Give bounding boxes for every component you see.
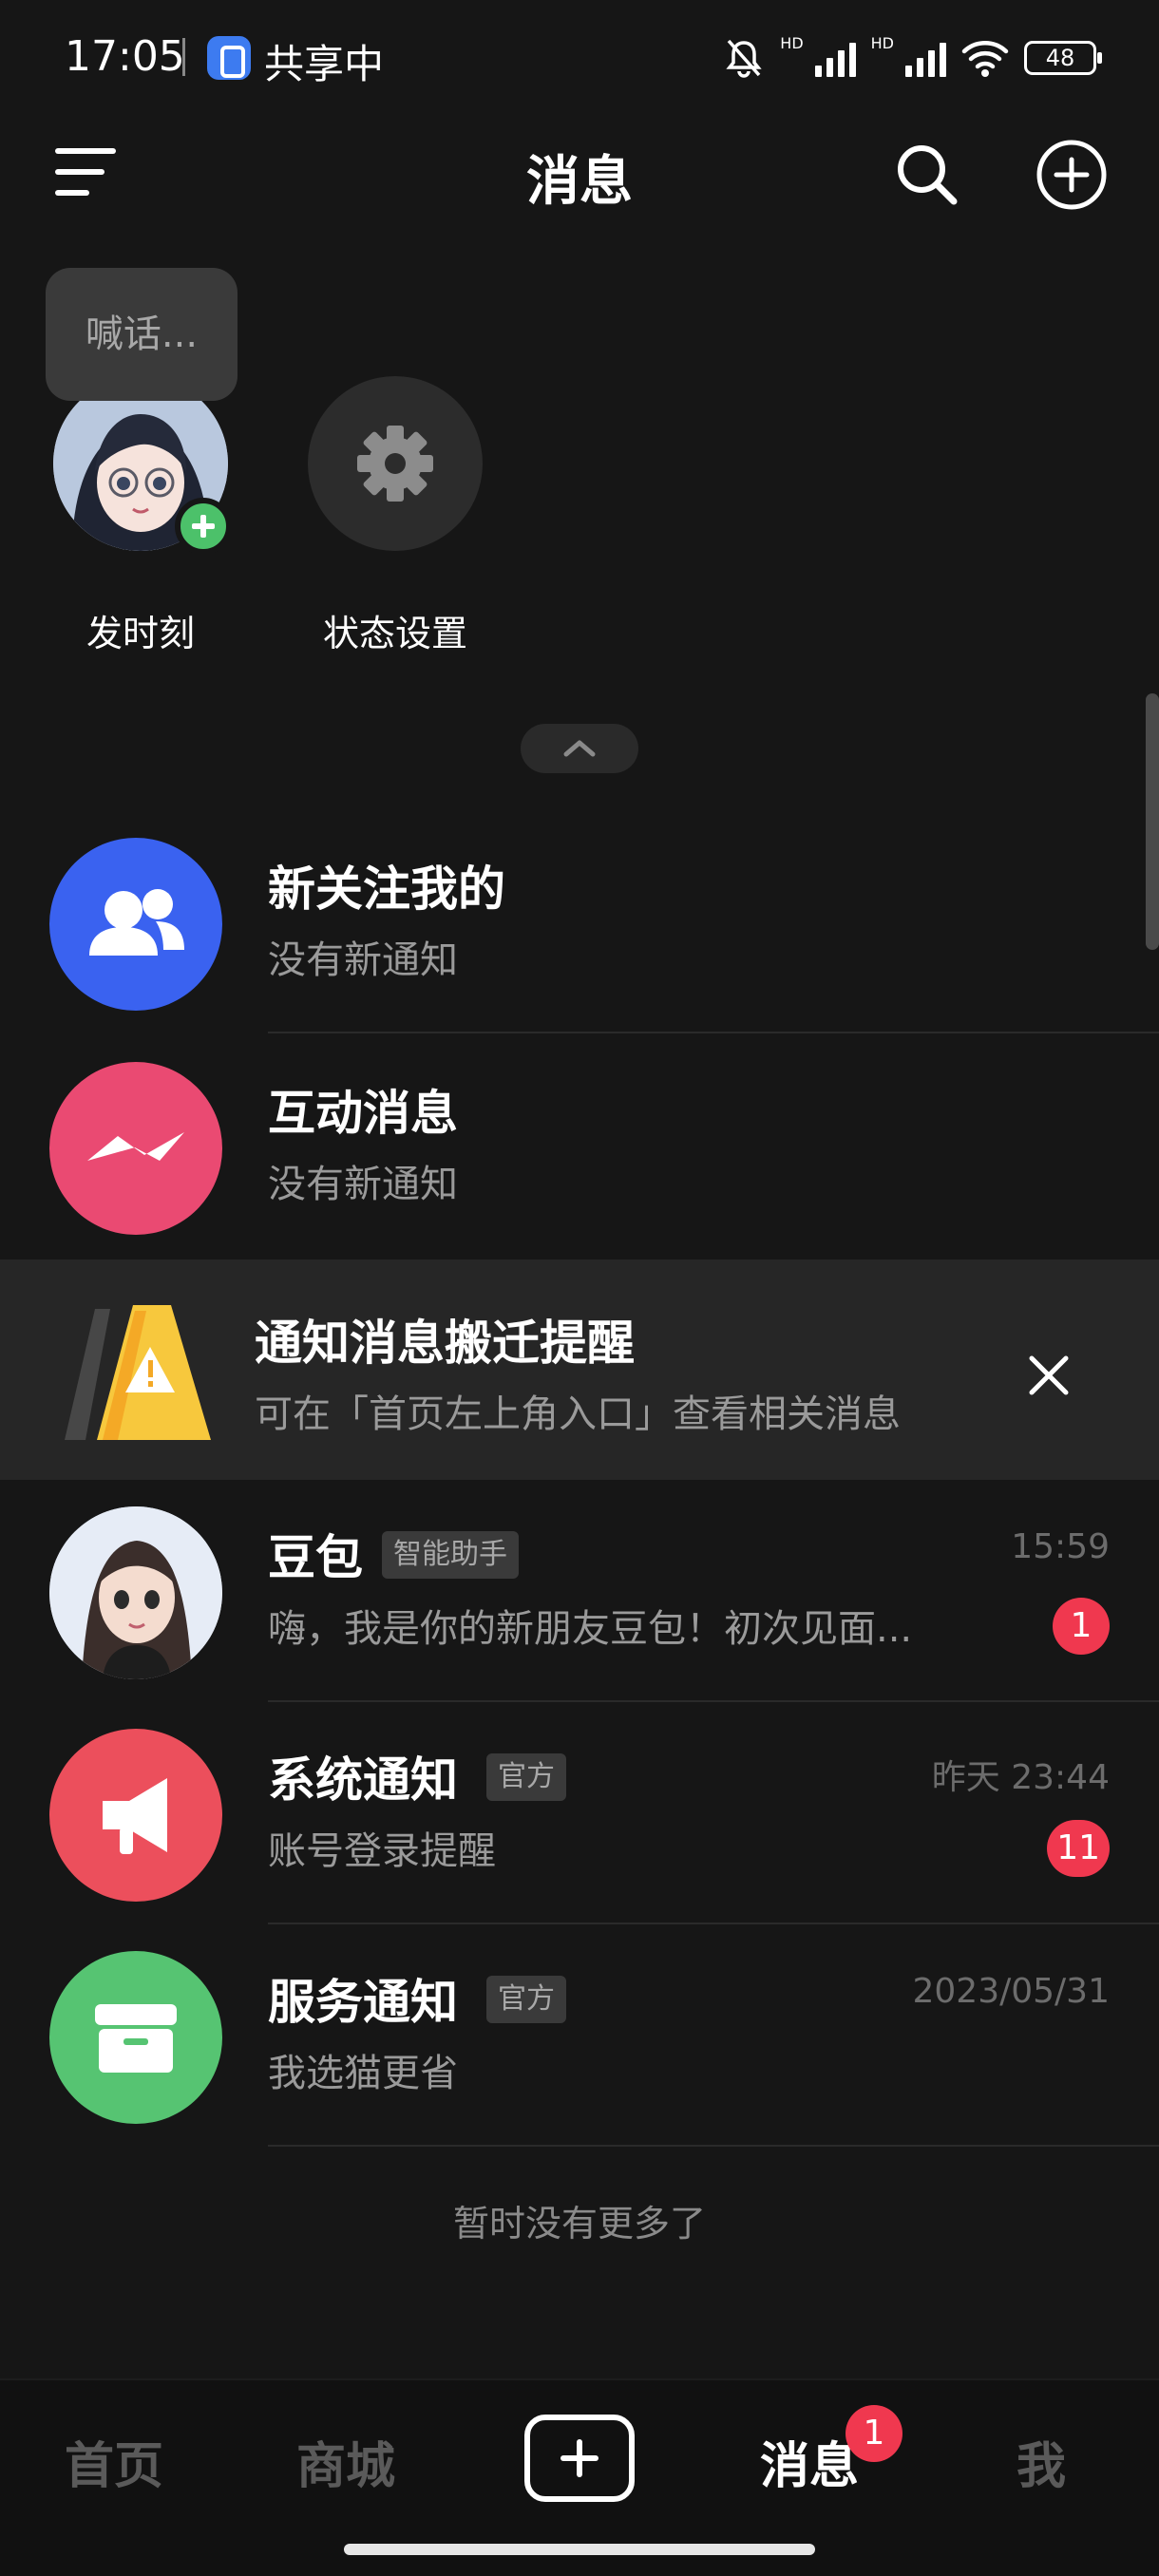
migration-notice-banner[interactable]: 通知消息搬迁提醒 可在「首页左上角入口」查看相关消息 (0, 1260, 1159, 1480)
hd-label: HD (780, 33, 804, 52)
status-bar: 17:05 共享中 HD HD 48 (0, 0, 1159, 114)
unread-badge: 1 (1053, 1598, 1110, 1655)
list-item-new-followers[interactable]: 新关注我的 没有新通知 (0, 811, 1159, 1033)
list-item-interactions[interactable]: 互动消息 没有新通知 (0, 1035, 1159, 1258)
conversation-time: 15:59 (1011, 1527, 1110, 1566)
conversation-preview: 嗨，我是你的新朋友豆包！初次见面... (268, 1607, 913, 1651)
conversation-preview: 我选猫更省 (268, 2052, 458, 2095)
mute-bell-icon (726, 39, 762, 78)
row-subtitle: 没有新通知 (268, 1163, 458, 1206)
conversation-name: 豆包 (268, 1530, 363, 1585)
chevron-up-icon (563, 740, 596, 757)
doubao-avatar (49, 1506, 222, 1679)
row-title: 新关注我的 (268, 862, 505, 917)
sharing-label: 共享中 (264, 41, 385, 87)
shout-bubble[interactable]: 喊话... (46, 268, 238, 401)
conversation-tag: 智能助手 (382, 1531, 519, 1579)
status-settings-button[interactable] (308, 376, 483, 551)
notice-title: 通知消息搬迁提醒 (255, 1316, 635, 1371)
add-circle-icon[interactable] (1034, 137, 1110, 213)
nav-me[interactable]: 我 (1016, 2426, 1066, 2497)
search-icon[interactable] (889, 137, 965, 213)
row-divider (268, 1032, 1159, 1033)
warning-sign-icon (65, 1305, 211, 1440)
row-subtitle: 没有新通知 (268, 938, 458, 982)
status-icons: HD HD 48 (723, 33, 1102, 82)
conversation-name: 服务通知 (268, 1975, 458, 2030)
wifi-icon (961, 41, 1009, 77)
end-of-list-text: 暂时没有更多了 (452, 2203, 706, 2245)
hd-label: HD (870, 33, 894, 52)
inbox-icon (49, 1951, 222, 2124)
conversation-tag: 官方 (486, 1976, 566, 2023)
conversation-tag: 官方 (486, 1753, 566, 1801)
conversation-service-notice[interactable]: 服务通知 官方 2023/05/31 我选猫更省 (0, 1924, 1159, 2147)
signal-hd-icon (814, 39, 856, 77)
nav-home[interactable]: 首页 (65, 2426, 163, 2497)
add-moment-plus-icon[interactable] (175, 498, 232, 555)
gear-icon (357, 426, 433, 502)
people-icon (49, 838, 222, 1011)
conversation-time: 昨天 23:44 (931, 1758, 1110, 1797)
row-title: 互动消息 (268, 1086, 458, 1141)
create-post-button[interactable] (524, 2415, 635, 2502)
notice-subtitle: 可在「首页左上角入口」查看相关消息 (255, 1392, 901, 1436)
status-time: 17:05 (65, 32, 185, 81)
close-icon[interactable] (1022, 1349, 1075, 1402)
conversation-doubao[interactable]: 豆包 智能助手 15:59 嗨，我是你的新朋友豆包！初次见面... 1 (0, 1480, 1159, 1702)
collapse-button[interactable] (521, 724, 638, 773)
row-divider (268, 2145, 1159, 2147)
conversation-system-notice[interactable]: 系统通知 官方 昨天 23:44 账号登录提醒 11 (0, 1702, 1159, 1924)
conversation-name: 系统通知 (268, 1752, 458, 1808)
conversation-preview: 账号登录提醒 (268, 1829, 496, 1873)
battery-icon: 48 (1024, 41, 1102, 75)
nav-messages[interactable]: 消息 (760, 2426, 859, 2497)
megaphone-icon (49, 1729, 222, 1902)
nav-mall[interactable]: 商城 (296, 2426, 395, 2497)
status-divider (182, 38, 185, 76)
status-settings-label[interactable]: 状态设置 (281, 604, 509, 656)
screen-share-icon (207, 36, 251, 80)
messages-badge: 1 (846, 2405, 902, 2462)
signal-hd-icon (905, 39, 946, 77)
home-indicator[interactable] (344, 2544, 815, 2555)
post-moment-label[interactable]: 发时刻 (46, 604, 236, 656)
unread-badge: 11 (1047, 1820, 1110, 1877)
wave-icon (49, 1062, 222, 1235)
conversation-time: 2023/05/31 (912, 1972, 1111, 2011)
page-title: 消息 (526, 151, 633, 213)
